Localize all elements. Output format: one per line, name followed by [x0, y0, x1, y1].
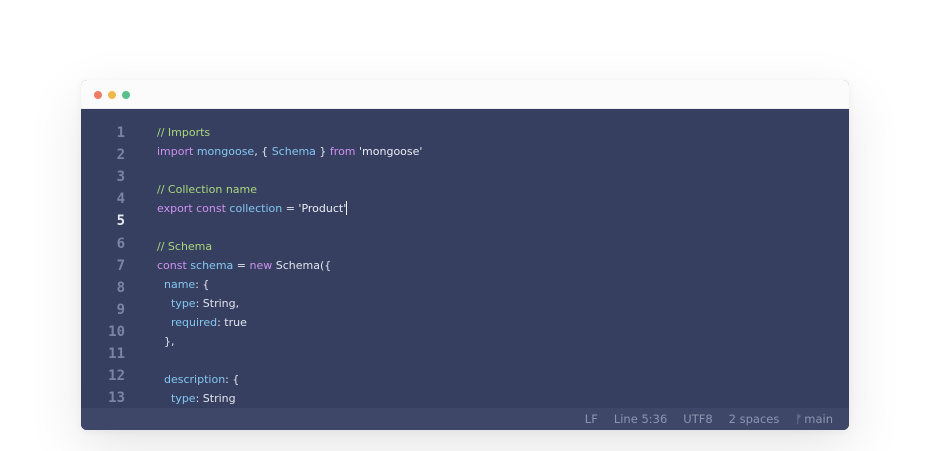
code-token: description: [164, 373, 226, 386]
code-token: type: [171, 297, 196, 310]
code-token: collection: [229, 202, 283, 215]
code-line: },: [157, 332, 175, 351]
code-token: Schema({: [275, 259, 332, 272]
title-bar: [81, 80, 849, 109]
line-number: 10: [108, 323, 125, 340]
line-number: 6: [116, 235, 125, 252]
code-token: : {: [195, 278, 210, 291]
branch-indicator[interactable]: ᚠ main: [795, 412, 833, 426]
code-line: type: String: [157, 389, 236, 408]
line-number: 2: [116, 147, 125, 164]
code-token: : true: [217, 316, 247, 329]
text-cursor: [346, 201, 348, 215]
line-number: 11: [108, 346, 125, 362]
line-number: 13: [108, 390, 125, 407]
code-token: // Collection name: [157, 183, 258, 196]
code-token: 'Product': [298, 202, 347, 215]
code-line: description: {: [157, 370, 239, 389]
code-token: }: [315, 145, 330, 158]
code-token: mongoose: [196, 145, 255, 158]
code-token: =: [282, 202, 299, 215]
code-token: new: [249, 259, 276, 272]
code-line: name: {: [157, 275, 209, 294]
code-line: required: true: [157, 313, 247, 332]
code-editor[interactable]: 1234567891011121314 // Importsimport mon…: [81, 109, 849, 430]
close-window-button[interactable]: [94, 91, 102, 99]
code-area[interactable]: // Imports import mongoose, { Schema } fr…: [157, 109, 827, 430]
git-branch-icon: ᚠ: [795, 412, 803, 426]
code-token: Schema: [271, 145, 316, 158]
cursor-position-indicator[interactable]: Line 5:36: [614, 412, 667, 426]
code-line: type: String,: [157, 294, 239, 313]
code-token: 'mongoose': [359, 145, 423, 158]
indentation-indicator[interactable]: 2 spaces: [729, 412, 780, 426]
line-number: 9: [116, 301, 125, 318]
code-token: // Imports: [157, 126, 211, 139]
code-token: const: [157, 259, 191, 272]
code-token: : String,: [195, 297, 240, 310]
code-token: export const: [157, 202, 230, 215]
line-number: 1: [116, 125, 125, 141]
line-number: 7: [116, 257, 125, 274]
line-ending-indicator[interactable]: LF: [585, 412, 598, 426]
minimize-window-button[interactable]: [108, 91, 116, 99]
code-line: // Schema: [157, 237, 212, 256]
code-line: const schema = new Schema({: [157, 256, 331, 275]
code-token: type: [171, 392, 196, 405]
code-token: },: [157, 335, 175, 348]
code-line: import mongoose, { Schema } from 'mongoo…: [157, 142, 422, 161]
code-line: // Collection name: [157, 180, 257, 199]
code-line: // Imports: [157, 123, 210, 142]
line-number: 8: [116, 279, 125, 296]
code-token: , {: [254, 145, 272, 158]
status-bar: LF Line 5:36 UTF8 2 spaces ᚠ main: [81, 408, 849, 430]
encoding-indicator[interactable]: UTF8: [683, 412, 712, 426]
line-number: 12: [108, 368, 125, 385]
code-token: : {: [225, 373, 240, 386]
maximize-window-button[interactable]: [122, 91, 130, 99]
line-number-gutter: 1234567891011121314: [81, 109, 141, 430]
line-number: 4: [116, 191, 125, 208]
code-token: required: [171, 316, 218, 329]
code-token: from: [329, 145, 360, 158]
branch-name: main: [804, 412, 833, 426]
code-editor-window: 1234567891011121314 // Importsimport mon…: [81, 80, 849, 430]
code-token: : String: [195, 392, 236, 405]
code-token: =: [233, 259, 250, 272]
code-line: export const collection = 'Product': [157, 199, 348, 218]
code-token: // Schema: [157, 240, 213, 253]
code-token: import: [157, 145, 197, 158]
line-number: 3: [116, 169, 125, 186]
line-number: 5: [116, 213, 125, 230]
code-token: schema: [190, 259, 234, 272]
code-token: name: [164, 278, 196, 291]
